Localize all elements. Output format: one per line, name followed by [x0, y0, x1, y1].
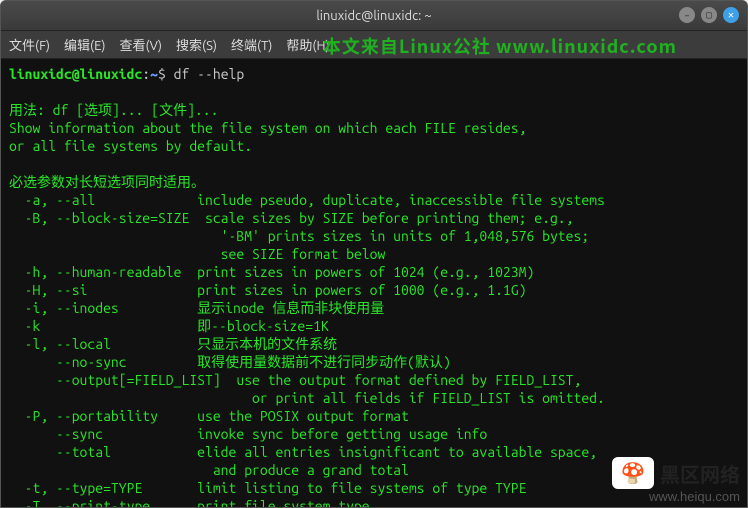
window-title: linuxidc@linuxidc: ~	[316, 9, 431, 23]
menu-file[interactable]: 文件(F)	[9, 35, 50, 54]
prompt-dollar: $	[158, 66, 166, 82]
command-text: df --help	[166, 66, 244, 82]
window-controls: – ▢ ✕	[679, 7, 739, 23]
close-button[interactable]: ✕	[723, 7, 739, 23]
menu-view[interactable]: 查看(V)	[120, 35, 162, 54]
menu-help[interactable]: 帮助(H)	[286, 35, 329, 54]
titlebar[interactable]: linuxidc@linuxidc: ~ – ▢ ✕	[1, 1, 747, 31]
terminal-output: 用法: df [选项]... [文件]... Show information …	[9, 102, 605, 508]
terminal-body[interactable]: linuxidc@linuxidc:~$ df --help 用法: df [选…	[1, 59, 747, 508]
menubar: 文件(F) 编辑(E) 查看(V) 搜索(S) 终端(T) 帮助(H) 本文来自…	[1, 31, 747, 59]
maximize-button[interactable]: ▢	[701, 7, 717, 23]
menu-edit[interactable]: 编辑(E)	[64, 35, 105, 54]
minimize-button[interactable]: –	[679, 7, 695, 23]
watermark-top: 本文来自Linux公社 www.linuxidc.com	[323, 33, 677, 59]
prompt-line: linuxidc@linuxidc:~$ df --help	[9, 65, 739, 83]
prompt-path: ~	[150, 66, 158, 82]
prompt-userhost: linuxidc@linuxidc	[9, 66, 142, 82]
terminal-window: linuxidc@linuxidc: ~ – ▢ ✕ 文件(F) 编辑(E) 查…	[0, 0, 748, 508]
menu-terminal[interactable]: 终端(T)	[231, 35, 272, 54]
menu-search[interactable]: 搜索(S)	[176, 35, 217, 54]
